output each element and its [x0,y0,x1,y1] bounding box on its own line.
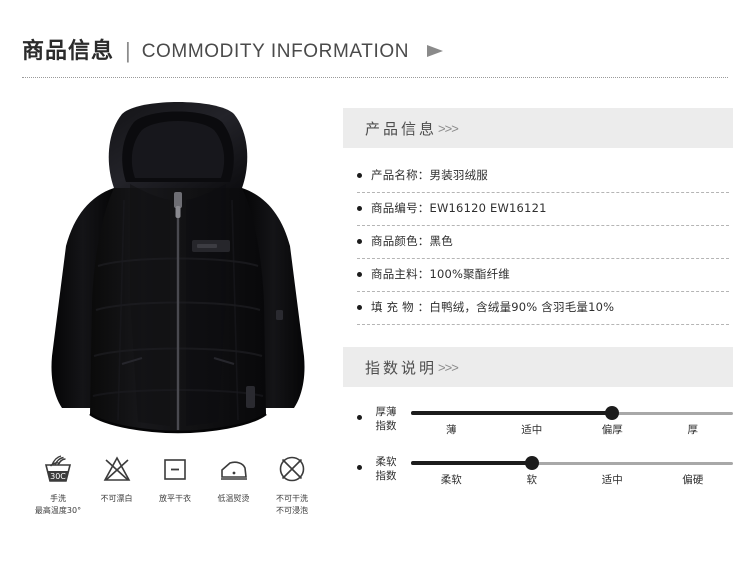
product-image-area [18,96,338,446]
care-item: 不可漂白 [89,450,145,505]
care-label: 放平干衣 [159,494,191,503]
slider-track[interactable] [411,456,733,470]
slider-tick: 偏硬 [682,474,704,486]
care-item: 不可干洗 不可浸泡 [264,450,320,516]
care-label: 手洗 最高温度30° [34,494,82,515]
slider-label: 厚薄 指数 [375,406,397,433]
spec-value: 男装羽绒服 [429,168,488,182]
bullet-icon [357,238,362,244]
care-label: 不可干洗 不可浸泡 [276,494,308,515]
header-divider [22,77,728,78]
title-separator: | [125,38,131,63]
table-row: 填 充 物 ： 白鸭绒，含绒量90% 含羽毛量10% [357,292,729,325]
slider-tick: 适中 [601,474,623,486]
spec-label: 填 充 物 ： [371,300,430,314]
section-arrows-icon: >>> [438,120,459,136]
index-info-section-title: 指数说明 [365,358,438,377]
care-instructions: 30C 手洗 最高温度30° 不可漂白 放平干衣 低温熨烫 不可干洗 不可浸泡 [30,450,320,516]
section-arrows-icon: >>> [438,359,459,375]
spec-value: 100%聚酯纤维 [429,267,510,281]
slider-label: 柔软 指数 [375,456,397,483]
slider-knob[interactable] [605,406,620,420]
care-label: 低温熨烫 [217,494,250,503]
spec-label: 商品主料： [371,267,430,281]
svg-text:30C: 30C [50,472,66,481]
page-title-cn: 商品信息 [22,38,115,63]
product-info-section-header: 产品信息 >>> [343,108,733,148]
hand-wash-icon: 30C [41,450,75,488]
page-title-en: COMMODITY INFORMATION [141,40,410,62]
slider-tick: 偏厚 [601,424,623,436]
slider-track-fill [411,411,613,415]
low-temp-iron-icon [218,450,250,488]
care-item: 30C 手洗 最高温度30° [30,450,86,516]
slider-softness: 柔软 指数 柔软 软 适中 偏硬 [357,451,733,487]
slider-tick: 厚 [687,424,699,436]
spec-value: EW16120 EW16121 [429,201,547,215]
dry-flat-icon [160,450,190,488]
spec-value: 白鸭绒，含绒量90% 含羽毛量10% [429,300,615,314]
slider-ticks: 柔软 软 适中 偏硬 [411,472,733,487]
care-label: 不可漂白 [100,494,133,503]
bullet-icon [357,304,362,310]
slider-tick: 适中 [521,424,543,436]
no-dry-clean-icon [276,450,308,488]
table-row: 商品主料： 100%聚酯纤维 [357,259,729,292]
bullet-icon [357,172,362,178]
spec-value: 黑色 [429,234,453,248]
product-photo-jacket [18,96,338,446]
product-info-section-title: 产品信息 [365,119,438,138]
index-info-section-header: 指数说明 >>> [343,347,733,387]
table-row: 商品颜色： 黑色 [357,226,729,259]
index-slider-list: 厚薄 指数 薄 适中 偏厚 厚 柔软 指数 柔软 软 适中 偏硬 [343,401,733,487]
product-spec-list: 产品名称： 男装羽绒服 商品编号： EW16120 EW16121 商品颜色： … [343,160,733,325]
play-triangle-icon [425,44,445,58]
spec-label: 商品编号： [371,201,430,215]
slider-control[interactable]: 薄 适中 偏厚 厚 [411,401,733,437]
slider-tick: 薄 [446,424,457,436]
care-item: 低温熨烫 [206,450,262,505]
header-titles: 商品信息 | COMMODITY INFORMATION [22,32,728,70]
bullet-icon [357,271,362,277]
slider-tick: 柔软 [440,474,462,486]
page-header: 商品信息 | COMMODITY INFORMATION [22,32,728,78]
care-item: 放平干衣 [147,450,203,505]
bullet-icon [357,465,362,470]
info-column: 产品信息 >>> 产品名称： 男装羽绒服 商品编号： EW16120 EW161… [343,108,733,501]
table-row: 商品编号： EW16120 EW16121 [357,193,729,226]
slider-ticks: 薄 适中 偏厚 厚 [411,422,733,437]
bullet-icon [357,205,362,211]
slider-control[interactable]: 柔软 软 适中 偏硬 [411,451,733,487]
spec-label: 产品名称： [371,168,430,182]
spec-label: 商品颜色： [371,234,430,248]
index-info-section: 指数说明 >>> 厚薄 指数 薄 适中 偏厚 厚 柔软 指数 柔软 软 适中 偏… [343,347,733,487]
slider-track[interactable] [411,406,733,420]
slider-knob[interactable] [524,456,539,470]
slider-thickness: 厚薄 指数 薄 适中 偏厚 厚 [357,401,733,437]
slider-tick: 软 [526,474,538,486]
slider-track-fill [411,461,532,465]
no-bleach-icon [102,450,132,488]
bullet-icon [357,415,362,420]
table-row: 产品名称： 男装羽绒服 [357,160,729,193]
